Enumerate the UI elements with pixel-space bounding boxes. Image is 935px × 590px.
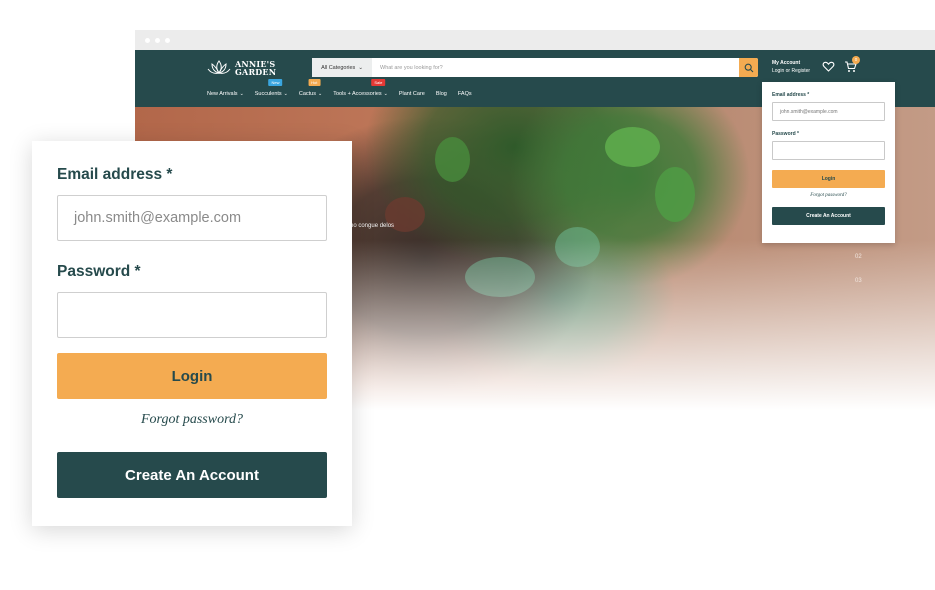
nav-item-label: Succulents [254,91,282,97]
category-select[interactable]: All Categories ⌄ [312,58,372,77]
create-account-button[interactable]: Create An Account [57,452,327,498]
mini-login-button[interactable]: Login [772,170,885,188]
nav-item-label: Cactus [298,91,316,97]
logo-line-2: GARDEN [235,67,277,77]
mini-email-label: Email address * [772,92,810,98]
mini-password-field[interactable] [772,141,885,160]
email-label: Email address * [57,166,173,183]
search-input[interactable]: What are you looking for? [372,58,739,77]
account-title: My Account [772,60,801,66]
account-subtitle: Login or Register [772,68,811,74]
nav-item-faqs[interactable]: FAQs [458,91,472,97]
search-icon [744,63,753,72]
browser-chrome [135,30,935,50]
search-button[interactable] [739,58,758,77]
slide-number[interactable]: 02 [855,254,862,260]
chevron-down-icon: ⌄ [358,64,363,71]
nav-item-label: Blog [435,91,447,97]
mini-password-label: Password * [772,131,799,137]
new-badge: New [268,79,283,86]
nav-item-succulents[interactable]: New Succulents ⌄ [254,79,288,97]
logo-text: ANNIE'S GARDEN [235,60,276,76]
category-select-label: All Categories [321,64,356,71]
main-nav: New Arrivals ⌄ New Succulents ⌄ Hot Cactus… [207,79,483,97]
slide-number[interactable]: 03 [855,278,862,284]
chevron-down-icon: ⌄ [239,91,244,97]
succulent-leaf [465,257,535,297]
chevron-down-icon: ⌄ [283,91,288,97]
cart-count-badge: 0 [852,56,860,64]
succulent-leaf [605,127,660,167]
chevron-down-icon: ⌄ [383,91,388,97]
succulent-leaf [655,167,695,222]
account-link[interactable]: My Account Login or Register [772,59,810,75]
succulent-leaf [555,227,600,267]
nav-item-new-arrivals[interactable]: New Arrivals ⌄ [207,91,244,97]
lotus-icon [207,60,231,74]
succulent-leaf [435,137,470,182]
heart-icon [822,61,835,72]
password-field[interactable] [57,292,327,338]
nav-item-label: Plant Care [398,91,425,97]
window-dot [145,37,150,43]
nav-item-label: FAQs [457,91,472,97]
nav-item-label: New Arrivals [207,91,238,97]
chevron-down-icon: ⌄ [318,91,323,97]
password-label: Password * [57,263,141,280]
login-button[interactable]: Login [57,353,327,399]
hero-caption: no congue delos [350,223,395,229]
site-logo[interactable]: ANNIE'S GARDEN [207,59,276,77]
sale-badge: Sale [371,79,386,86]
forgot-password-link[interactable]: Forgot password? [57,412,327,428]
mini-forgot-password-link[interactable]: Forgot password? [772,193,885,198]
hot-badge: Hot [308,79,321,86]
nav-item-label: Tools + Accessories [333,91,382,97]
search-bar: All Categories ⌄ What are you looking fo… [312,58,758,77]
mini-email-field[interactable]: john.smith@example.com [772,102,885,121]
mini-login-dropdown: Email address * john.smith@example.com P… [762,82,895,243]
mini-create-account-button[interactable]: Create An Account [772,207,885,225]
window-dot [165,37,170,43]
nav-item-plant-care[interactable]: Plant Care [399,91,425,97]
window-dot [155,37,160,43]
cart-button[interactable]: 0 [844,56,860,78]
email-field[interactable]: john.smith@example.com [57,195,327,241]
nav-item-cactus[interactable]: Hot Cactus ⌄ [298,79,323,97]
nav-item-blog[interactable]: Blog [436,91,447,97]
wishlist-button[interactable] [822,60,835,78]
login-card: Email address * john.smith@example.com P… [32,141,352,526]
nav-item-tools-accessories[interactable]: Sale Tools + Accessories ⌄ [333,79,388,97]
